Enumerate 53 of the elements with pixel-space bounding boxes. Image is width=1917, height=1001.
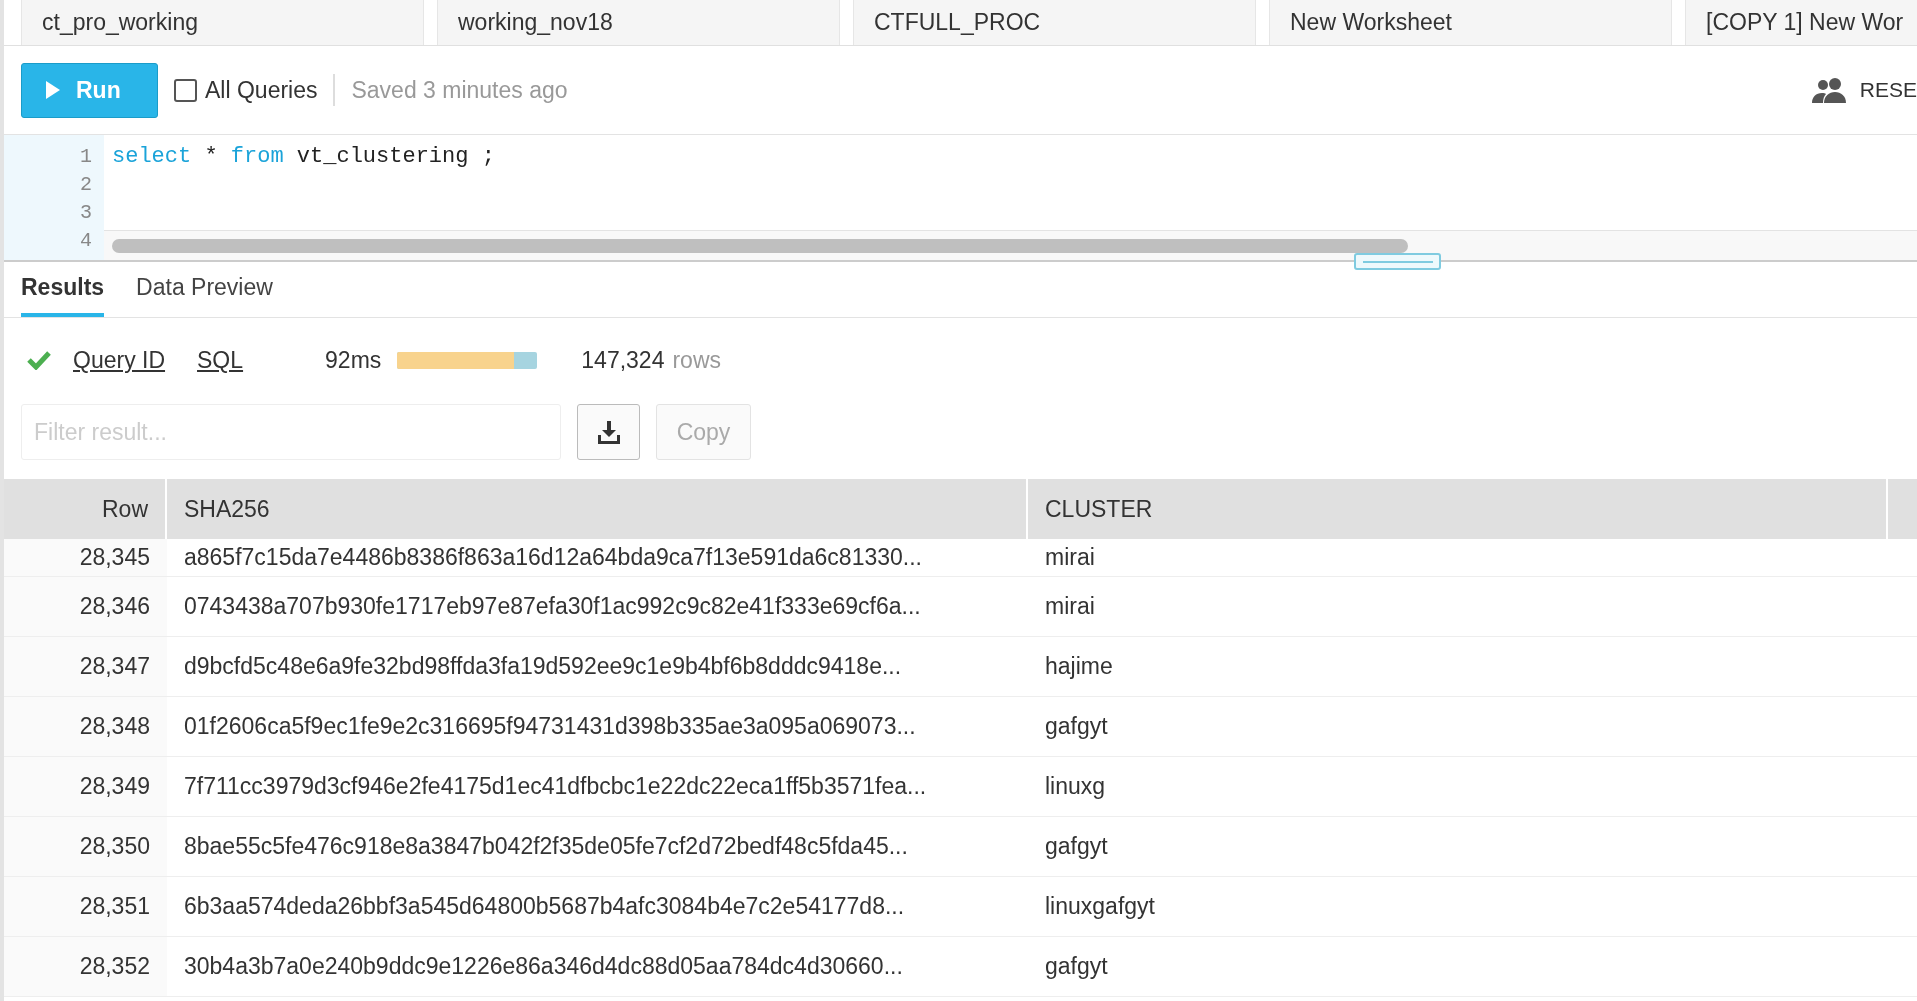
result-tab[interactable]: Data Preview <box>136 261 273 317</box>
line-number: 1 <box>80 144 92 170</box>
scrollbar-thumb[interactable] <box>112 238 1408 253</box>
table-cell-text: mirai <box>1044 592 1096 622</box>
download-icon <box>595 419 622 445</box>
worksheet-tab[interactable]: working_nov18 <box>437 0 840 45</box>
line-number: 2 <box>80 172 92 198</box>
table-cell-text: 0743438a707b930fe1717eb97e87efa30f1ac992c9c82e41f333e69cf6a... <box>183 592 922 622</box>
table-cell-text: 6b3aa574deda26bbf3a545d64800b5687b4afc3084b4e7c2e54177d8... <box>183 892 906 922</box>
table-cell: 28,345 <box>4 539 167 576</box>
table-cell-text: 7f711cc3979d3cf946e2fe4175d1ec41dfbcbc1e22dc22eca1ff5b3571fea... <box>183 772 928 802</box>
table-cell: 28,348 <box>4 697 167 756</box>
duration: 92ms <box>325 345 382 375</box>
code-line: select * from vt_clustering ; <box>112 143 496 171</box>
download-button[interactable] <box>577 404 640 460</box>
table-cell-text: hajime <box>1044 652 1114 682</box>
table-cell-text: linuxg <box>1044 772 1107 802</box>
line-number: 3 <box>80 200 92 226</box>
query-id-link[interactable]: Query ID <box>73 342 166 378</box>
line-number: 4 <box>80 228 92 254</box>
role-label[interactable]: RESE <box>1859 74 1917 106</box>
table-cell-text: mirai <box>1044 543 1096 573</box>
column-header[interactable]: CLUSTER <box>1028 479 1888 539</box>
worksheet-tab[interactable]: New Worksheet <box>1269 0 1672 45</box>
rows-label: rows <box>672 345 721 375</box>
resize-handle[interactable] <box>1354 253 1441 270</box>
table-cell-text: a865f7c15da7e4486b8386f863a16d12a64bda9ca7f13e591da6c81330... <box>183 543 923 573</box>
checkbox-label[interactable]: All Queries <box>205 72 318 108</box>
worksheet-tab[interactable]: CTFULL_PROC <box>853 0 1256 45</box>
table-cell-text: d9bcfd5c48e6a9fe32bd98ffda3fa19d592ee9c1e9b4bf6b8dddc9418e... <box>183 652 903 682</box>
table-cell: 28,351 <box>4 877 167 936</box>
worksheet-tab[interactable]: [COPY 1] New Wor <box>1685 0 1917 45</box>
users-icon[interactable] <box>1811 77 1848 103</box>
table-cell-text: gafgyt <box>1044 832 1109 862</box>
table-cell-text: gafgyt <box>1044 952 1109 982</box>
table-cell: 28,352 <box>4 937 167 996</box>
row-count: 147,324 <box>581 345 665 375</box>
table-cell-text: 8bae55c5fe476c918e8a3847b042f2f35de05fe7cf2d72bedf48c5fda45... <box>183 832 909 862</box>
table-cell-text: 30b4a3b7a0e240b9ddc9e1226e86a346d4dc88d05aa784dc4d30660... <box>183 952 904 982</box>
table-cell: 28,347 <box>4 637 167 696</box>
table-cell: 28,346 <box>4 577 167 636</box>
checkbox[interactable] <box>174 78 197 102</box>
worksheet-tab[interactable]: ct_pro_working <box>21 0 424 45</box>
play-icon <box>46 81 60 99</box>
table-cell-text: 01f2606ca5f9ec1fe9e2c316695f94731431d398b335ae3a095a069073... <box>183 712 917 742</box>
saved-status: Saved 3 minutes ago <box>351 75 568 105</box>
column-header[interactable]: SHA256 <box>167 479 1028 539</box>
sql-link[interactable]: SQL <box>197 342 244 378</box>
result-tab[interactable]: Results <box>21 261 105 317</box>
table-cell: 28,349 <box>4 757 167 816</box>
table-cell: 28,350 <box>4 817 167 876</box>
table-cell-text: gafgyt <box>1044 712 1109 742</box>
table-cell-text: linuxgafgyt <box>1044 892 1156 922</box>
